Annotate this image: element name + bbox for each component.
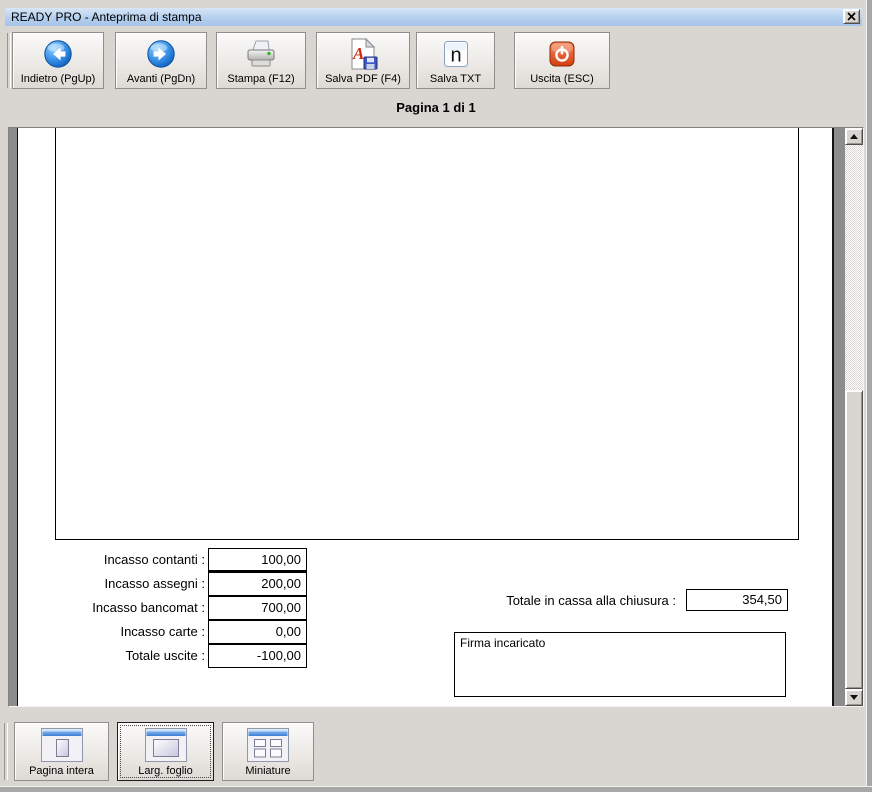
field-label: Incasso assegni : [104,576,205,591]
page-width-button[interactable]: Larg. foglio [117,722,214,781]
closing-total-value: 354,50 [686,589,788,611]
arrow-left-circle-icon [43,35,73,73]
forward-button[interactable]: Avanti (PgDn) [115,32,207,89]
window-title: READY PRO - Anteprima di stampa [11,10,202,24]
exit-button[interactable]: Uscita (ESC) [514,32,610,89]
svg-text:A: A [352,44,364,63]
print-button-label: Stampa (F12) [227,73,295,85]
save-txt-button-label: Salva TXT [429,73,482,85]
field-label: Incasso carte : [120,624,205,639]
svg-text:n: n [450,45,461,67]
zoom-toolbar-gripper [4,723,8,780]
save-txt-button[interactable]: n Salva TXT [416,32,495,89]
close-button[interactable] [843,9,860,24]
window-page-width-icon [144,725,187,765]
printer-icon [243,35,279,73]
window-frame-right [866,0,872,792]
field-value: 100,00 [208,548,307,572]
toolbar-gripper [7,33,11,88]
save-pdf-button-label: Salva PDF (F4) [325,73,401,85]
save-pdf-button[interactable]: A Salva PDF (F4) [316,32,410,89]
closing-total-label: Totale in cassa alla chiusura : [506,593,676,608]
window-frame-bottom [0,786,872,792]
preview-page: Incasso contanti : 100,00 Incasso assegn… [17,128,834,706]
triangle-down-icon [850,695,858,700]
notepad-icon: n [441,35,471,73]
back-button[interactable]: Indietro (PgUp) [12,32,104,89]
arrow-right-circle-icon [146,35,176,73]
print-button[interactable]: Stampa (F12) [216,32,306,89]
preview-viewport: Incasso contanti : 100,00 Incasso assegn… [8,127,864,707]
print-preview-window: READY PRO - Anteprima di stampa Indietro… [0,0,872,792]
field-value: 200,00 [208,572,307,596]
back-button-label: Indietro (PgUp) [20,73,96,85]
pdf-file-icon: A [348,35,379,73]
signature-box-label: Firma incaricato [460,636,546,650]
field-label: Incasso bancomat : [92,600,205,615]
scroll-down-button[interactable] [845,689,863,706]
full-page-button-label: Pagina intera [29,765,94,777]
page-width-button-label: Larg. foglio [138,765,193,777]
forward-button-label: Avanti (PgDn) [126,73,196,85]
field-value: 700,00 [208,596,307,620]
full-page-button[interactable]: Pagina intera [14,722,109,781]
field-label: Incasso contanti : [103,552,205,567]
exit-button-label: Uscita (ESC) [530,73,594,85]
vertical-scrollbar [845,128,863,706]
thumbnails-button-label: Miniature [245,765,291,777]
page-indicator: Pagina 1 di 1 [396,100,476,115]
signature-box: Firma incaricato [454,632,786,697]
field-value: -100,00 [208,644,307,668]
scrollbar-thumb[interactable] [845,390,863,689]
power-icon [548,35,576,73]
field-value: 0,00 [208,620,307,644]
scroll-up-button[interactable] [845,128,863,145]
thumbnails-button[interactable]: Miniature [222,722,314,781]
triangle-up-icon [850,134,858,139]
window-full-page-icon [40,725,83,765]
report-body-box [55,128,799,540]
window-thumbnails-icon [247,725,289,765]
field-label: Totale uscite : [125,648,206,663]
close-icon [847,9,856,24]
titlebar: READY PRO - Anteprima di stampa [5,8,862,26]
